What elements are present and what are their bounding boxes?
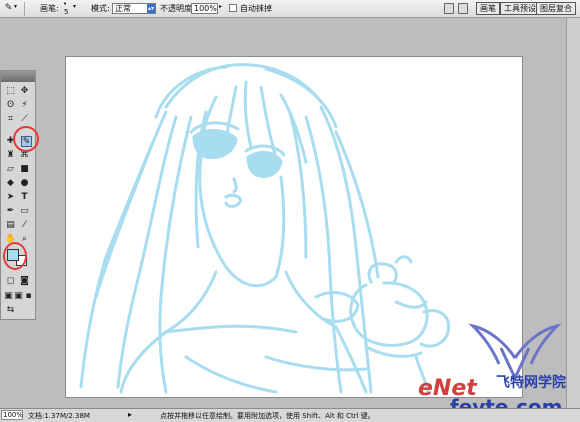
highlight-ring-color xyxy=(3,242,27,270)
clone-stamp-tool-icon[interactable]: ♜ xyxy=(5,150,16,161)
dodge-tool-icon[interactable]: ● xyxy=(19,178,30,189)
opacity-input[interactable]: 100% xyxy=(191,3,218,14)
type-tool-icon[interactable]: T xyxy=(19,192,30,203)
opacity-label: 不透明度: xyxy=(160,4,195,13)
status-menu-arrow-icon[interactable]: ▸ xyxy=(128,410,132,419)
opacity-arrow-icon[interactable]: ▸ xyxy=(219,3,222,10)
auto-erase-checkbox[interactable] xyxy=(229,4,237,12)
marquee-tool-icon[interactable]: ⬚ xyxy=(5,86,16,97)
shape-tool-icon[interactable]: ▭ xyxy=(19,206,30,217)
palette-well-icon[interactable] xyxy=(444,3,454,14)
quick-mask-mode-icon[interactable]: ◙ xyxy=(19,276,30,287)
mode-label: 模式: xyxy=(91,4,110,13)
eyedropper-tool-icon[interactable]: ⁄ xyxy=(19,220,30,231)
lasso-tool-icon[interactable]: ʘ xyxy=(5,100,16,111)
status-bar: 100% 文档:1.37M/2.38M ▸ 点按并拖移以任意绘制。要用附加选项，… xyxy=(0,408,580,422)
pencil-tool-preset-icon[interactable]: ✎ xyxy=(3,3,14,14)
crop-tool-icon[interactable]: ⌗ xyxy=(5,114,16,125)
path-selection-tool-icon[interactable]: ➤ xyxy=(5,192,16,203)
magic-wand-tool-icon[interactable]: ⚡ xyxy=(19,100,30,111)
screen-mode-full-icon[interactable]: ▪ xyxy=(23,291,34,302)
highlight-ring-pencil xyxy=(13,126,39,152)
brush-label: 画笔: xyxy=(40,4,59,13)
watermark-brand: 飞特网学院 xyxy=(496,375,566,391)
mode-value: 正常 xyxy=(115,4,131,13)
eraser-tool-icon[interactable]: ▱ xyxy=(5,164,16,175)
opacity-value: 100% xyxy=(194,4,217,13)
document-size: 文档:1.37M/2.38M xyxy=(28,412,90,420)
notes-tool-icon[interactable]: ▤ xyxy=(5,220,16,231)
brush-dot-icon: • xyxy=(63,0,68,8)
document-canvas[interactable] xyxy=(65,56,523,398)
pen-tool-icon[interactable]: ✒ xyxy=(5,206,16,217)
slice-tool-icon[interactable]: ⟋ xyxy=(19,114,30,125)
separator xyxy=(24,2,25,16)
status-hint: 点按并拖移以任意绘制。要用附加选项，使用 Shift、Alt 和 Ctrl 键。 xyxy=(160,412,375,420)
sketch-drawing xyxy=(79,63,451,394)
move-tool-icon[interactable]: ✥ xyxy=(19,86,30,97)
tab-layer-comps[interactable]: 图层复合 xyxy=(536,2,576,15)
imageready-icon[interactable]: ⇆ xyxy=(5,305,16,316)
zoom-level[interactable]: 100% xyxy=(1,410,23,420)
palette-grip-icon[interactable] xyxy=(458,3,468,14)
tab-brushes[interactable]: 画笔 xyxy=(476,2,500,15)
standard-mode-icon[interactable]: ◻ xyxy=(5,276,16,287)
blur-tool-icon[interactable]: ◆ xyxy=(5,178,16,189)
auto-erase-label: 自动抹掉 xyxy=(240,4,272,13)
right-panel-edge xyxy=(566,18,580,408)
tab-tool-presets[interactable]: 工具预设 xyxy=(500,2,540,15)
gradient-tool-icon[interactable]: ■ xyxy=(19,164,30,175)
toolbox-title-bar[interactable] xyxy=(1,71,35,82)
toolbox: ⬚ ✥ ʘ ⚡ ⌗ ⟋ ✚ ✎ ♜ ⌘ ▱ ■ ◆ ● ➤ T ✒ ▭ ▤ ⁄ … xyxy=(0,70,36,320)
options-bar: ✎ ▾ 画笔: • 5 ▾ 模式: 正常 ▴▾ 不透明度: 100% ▸ 自动抹… xyxy=(0,0,580,18)
chevron-down-icon: ▴▾ xyxy=(147,4,155,13)
brush-picker-arrow-icon[interactable]: ▾ xyxy=(73,3,76,10)
brush-size-value: 5 xyxy=(64,8,69,16)
mode-select[interactable]: 正常 ▴▾ xyxy=(112,3,156,14)
preset-dropdown-arrow-icon[interactable]: ▾ xyxy=(14,3,17,10)
